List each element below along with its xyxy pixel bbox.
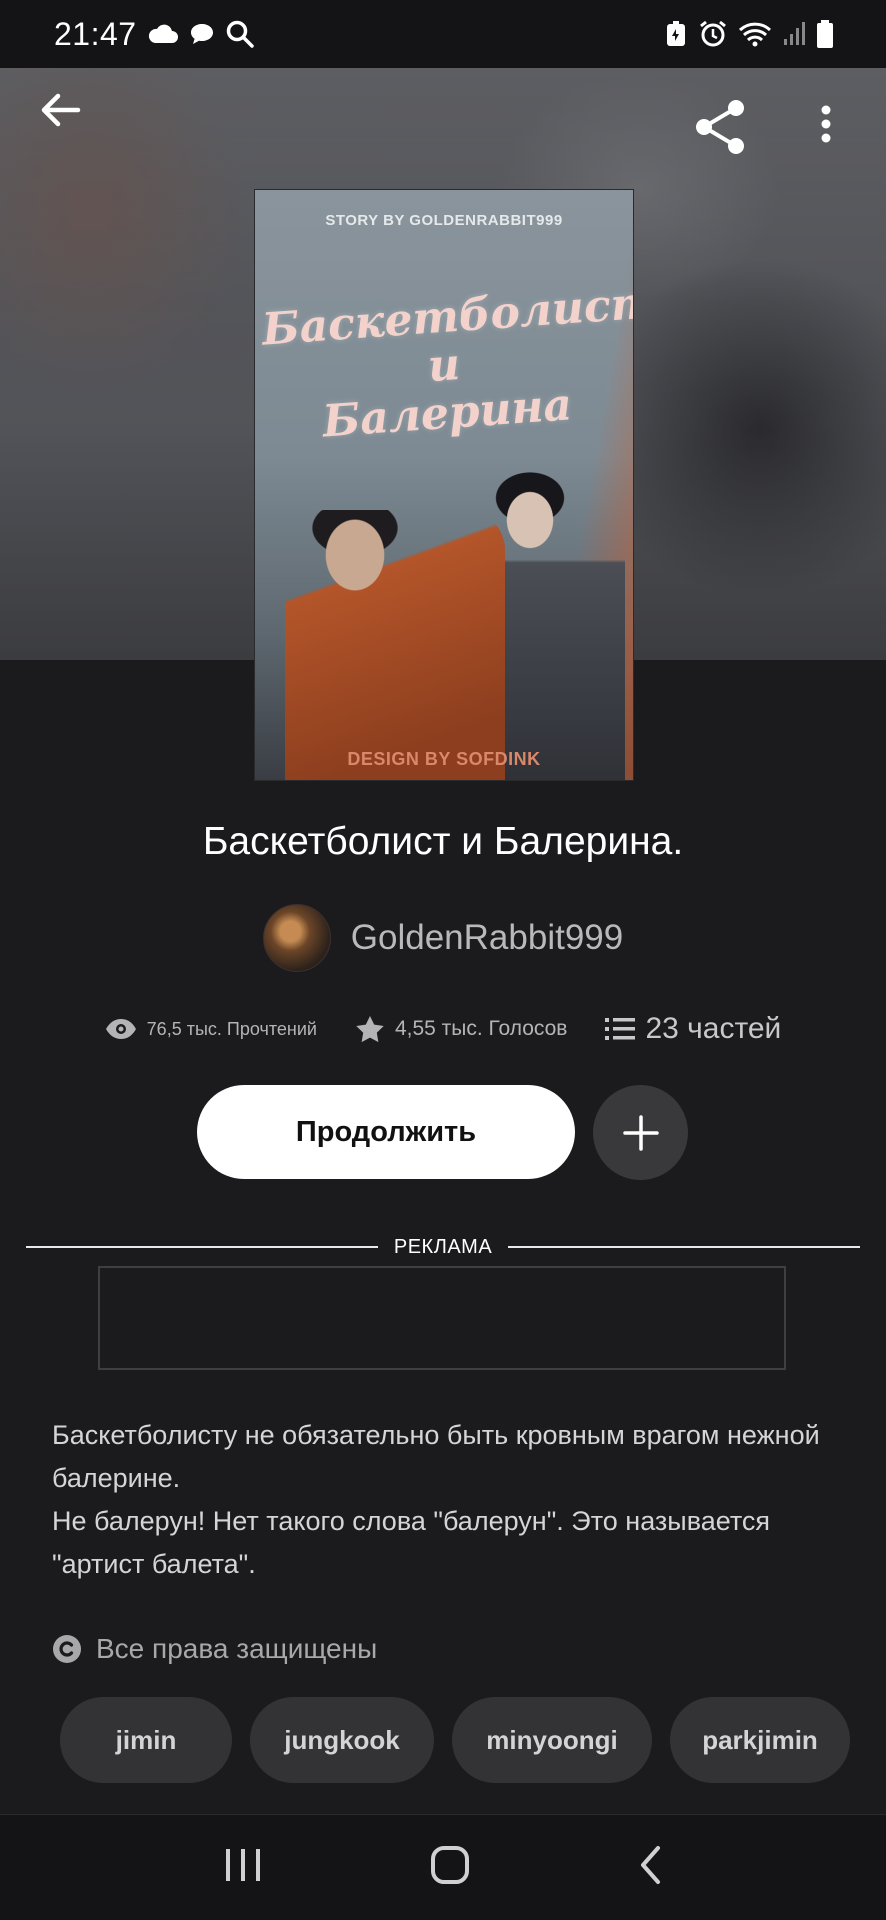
- votes-stat: 4,55 тыс. Голосов: [355, 1015, 568, 1043]
- battery-icon: [817, 20, 833, 48]
- ad-divider: РЕКЛАМА: [26, 1232, 861, 1262]
- ad-line-right: [508, 1246, 861, 1248]
- list-icon: [605, 1018, 636, 1040]
- plus-icon: [622, 1114, 659, 1151]
- recent-apps-icon: [226, 1849, 260, 1881]
- status-bar-left: 21:47: [54, 16, 255, 53]
- cloud-icon: [148, 24, 178, 43]
- copyright-icon: [53, 1635, 81, 1663]
- arrow-left-icon: [41, 93, 81, 127]
- back-button[interactable]: [38, 90, 84, 130]
- system-nav-bar: [0, 1814, 886, 1920]
- book-cover[interactable]: STORY BY GOLDENRABBIT999 Баскетболист и …: [254, 189, 634, 781]
- back-icon: [641, 1846, 660, 1884]
- cover-figure-left: [285, 510, 505, 780]
- home-button[interactable]: [430, 1845, 470, 1890]
- alarm-icon: [700, 20, 726, 47]
- tag-chip[interactable]: jimin: [60, 1697, 232, 1783]
- author-name[interactable]: GoldenRabbit999: [351, 918, 623, 958]
- tag-chip[interactable]: parkjimin: [670, 1697, 850, 1783]
- add-to-library-button[interactable]: [593, 1085, 688, 1180]
- reads-count: 76,5 тыс. Прочтений: [146, 1018, 317, 1039]
- chat-bubble-icon: [190, 24, 213, 44]
- parts-stat[interactable]: 23 частей: [605, 1012, 781, 1046]
- tag-list: jimin jungkook minyoongi parkjimin: [60, 1697, 850, 1783]
- ad-label: РЕКЛАМА: [393, 1235, 493, 1258]
- story-title: Баскетболист и Балерина.: [202, 820, 684, 863]
- author-row[interactable]: GoldenRabbit999: [0, 904, 886, 972]
- status-bar-right: [664, 19, 834, 49]
- story-description: Баскетболисту не обязательно быть кровны…: [52, 1420, 820, 1579]
- author-avatar[interactable]: [262, 904, 331, 972]
- ad-slot[interactable]: [98, 1266, 786, 1370]
- status-bar: 21:47: [0, 0, 886, 68]
- tag-chip[interactable]: jungkook: [250, 1697, 434, 1783]
- search-icon: [226, 20, 254, 48]
- signal-icon: [784, 22, 805, 45]
- story-stats: 76,5 тыс. Прочтений 4,55 тыс. Голосов 23…: [0, 1012, 886, 1046]
- nav-back-button[interactable]: [638, 1845, 662, 1890]
- share-button[interactable]: [692, 98, 748, 156]
- copyright-text: Все права защищены: [96, 1633, 378, 1664]
- parts-count: 23 частей: [645, 1012, 782, 1045]
- continue-reading-button[interactable]: Продолжить: [197, 1085, 575, 1179]
- recent-apps-button[interactable]: [224, 1847, 262, 1888]
- clock: 21:47: [54, 15, 137, 52]
- reads-stat: 76,5 тыс. Прочтений: [105, 1018, 317, 1040]
- battery-saver-icon: [667, 21, 685, 46]
- share-icon: [696, 100, 744, 154]
- ad-line-left: [26, 1246, 378, 1248]
- wifi-icon: [738, 22, 772, 47]
- more-button[interactable]: [820, 104, 832, 144]
- cover-title: Баскетболист и Балерина: [260, 277, 633, 451]
- home-icon: [431, 1846, 469, 1884]
- cover-story-by: STORY BY GOLDENRABBIT999: [325, 212, 563, 229]
- votes-count: 4,55 тыс. Голосов: [394, 1017, 568, 1040]
- tag-chip[interactable]: minyoongi: [452, 1697, 652, 1783]
- more-vertical-icon: [821, 105, 831, 143]
- copyright-row: Все права защищены: [52, 1633, 377, 1665]
- cover-design-by: DESIGN BY SOFDINK: [347, 749, 541, 769]
- star-icon: [356, 1016, 384, 1043]
- eye-icon: [105, 1019, 136, 1039]
